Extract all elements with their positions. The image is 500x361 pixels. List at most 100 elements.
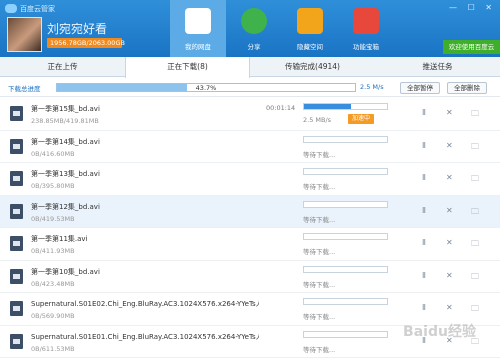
welcome-button[interactable]: 欢迎使用百度云 <box>443 40 500 54</box>
file-name: Supernatural.S01E01.Chi_Eng.BluRay.AC3.1… <box>31 332 259 341</box>
title-bar: 百度云管家 — ☐ ✕ 刘宛宛好看 1956.78GB/2063.00GB 我的… <box>0 0 500 57</box>
tab-completed[interactable]: 传输完成(4914) <box>250 57 375 77</box>
file-name: 第一季第15集_bd.avi <box>31 105 100 113</box>
video-file-icon <box>10 203 23 219</box>
video-file-icon <box>10 268 23 284</box>
row-status: 2.5 MB/s <box>303 116 332 124</box>
download-row[interactable]: 第一季第15集_bd.avi 238.85MB/419.81MB 00:01:14 2… <box>0 98 500 131</box>
video-file-icon <box>10 171 23 186</box>
row-progress-bar <box>303 330 388 338</box>
row-status: 等待下载... <box>303 248 336 256</box>
delete-icon[interactable]: ✕ <box>446 173 453 182</box>
time-remaining: 00:01:14 <box>266 104 296 112</box>
pause-icon[interactable]: Ⅱ <box>422 336 426 345</box>
tab-downloading[interactable]: 正在下载(8) <box>125 57 250 78</box>
row-status: 等待下载... <box>303 280 336 289</box>
pause-icon[interactable]: Ⅱ <box>422 173 426 182</box>
file-size: 238.85MB/419.81MB <box>31 117 99 125</box>
folder-icon[interactable]: 🗀 <box>471 206 479 220</box>
file-name: 第一季第10集_bd.avi <box>31 267 100 276</box>
folder-icon[interactable]: 🗀 <box>471 303 479 317</box>
row-status: 等待下载... <box>303 345 336 354</box>
baidu-cloud-logo-icon <box>5 4 17 13</box>
total-progress-label: 下载总进度 <box>8 85 41 93</box>
pause-icon[interactable]: Ⅱ <box>422 206 426 215</box>
folder-icon[interactable]: 🗀 <box>471 173 479 187</box>
download-row[interactable]: Supernatural.S01E02.Chi_Eng.BluRay.AC3.1… <box>0 293 500 326</box>
delete-icon[interactable]: ✕ <box>446 336 453 345</box>
nav-toolbox[interactable]: 功能宝箱 <box>338 0 394 57</box>
file-name: 第一季第13集_bd.avi <box>31 170 100 178</box>
delete-icon[interactable]: ✕ <box>446 206 453 215</box>
pause-all-button[interactable]: 全部暂停 <box>400 82 440 94</box>
row-progress-bar <box>303 168 388 175</box>
nav-my-disk[interactable]: 我的网盘 <box>170 0 226 57</box>
file-size: 0B/416.60MB <box>31 149 75 158</box>
row-progress-bar <box>303 265 388 273</box>
folder-icon[interactable]: 🗀 <box>471 238 479 252</box>
delete-icon[interactable]: ✕ <box>446 271 453 280</box>
file-size: 0B/611.53MB <box>31 344 75 353</box>
pause-icon[interactable]: Ⅱ <box>422 141 426 150</box>
file-size: 0B/419.53MB <box>31 214 75 223</box>
delete-icon[interactable]: ✕ <box>446 238 453 247</box>
folder-icon[interactable]: 🗀 <box>471 336 479 350</box>
download-row[interactable]: 第一季第12集_bd.avi 0B/419.53MB 等待下载... Ⅱ ✕ 🗀 <box>0 195 500 228</box>
download-row[interactable]: 第一季第10集_bd.avi 0B/423.48MB 等待下载... Ⅱ ✕ 🗀 <box>0 260 500 293</box>
cloud-icon <box>185 8 211 34</box>
pause-icon[interactable]: Ⅱ <box>422 271 426 280</box>
nav-share[interactable]: 分享 <box>226 0 282 57</box>
download-row[interactable]: 第一季第13集_bd.avi 0B/395.80MB 等待下载... Ⅱ ✕ 🗀 <box>0 163 500 196</box>
nav-label: 我的网盘 <box>185 43 211 51</box>
video-file-icon <box>10 333 23 349</box>
pause-icon[interactable]: Ⅱ <box>422 108 426 117</box>
download-row[interactable]: 第一季第11集.avi 0B/411.93MB 等待下载... Ⅱ ✕ 🗀 <box>0 228 500 261</box>
pause-icon[interactable]: Ⅱ <box>422 238 426 247</box>
delete-icon[interactable]: ✕ <box>446 303 453 312</box>
folder-icon[interactable]: 🗀 <box>471 271 479 285</box>
video-file-icon <box>10 236 23 251</box>
total-progress-percent: 43.7% <box>195 84 217 92</box>
toolbox-icon <box>353 8 379 34</box>
folder-icon[interactable]: 🗀 <box>471 141 479 155</box>
video-file-icon <box>10 106 23 121</box>
download-row[interactable]: 第一季第14集_bd.avi 0B/416.60MB 等待下载... Ⅱ ✕ 🗀 <box>0 130 500 163</box>
video-file-icon <box>10 301 23 316</box>
tab-push-tasks[interactable]: 推送任务 <box>375 57 500 77</box>
file-name: Supernatural.S01E02.Chi_Eng.BluRay.AC3.1… <box>31 300 259 308</box>
transfer-tabs: 正在上传 正在下载(8) 传输完成(4914) 推送任务 <box>0 57 500 78</box>
quota-bar: 1956.78GB/2063.00GB <box>47 38 125 48</box>
window-controls[interactable]: — ☐ ✕ <box>449 3 496 12</box>
row-status: 等待下载... <box>303 183 336 191</box>
nav-label: 分享 <box>247 43 261 51</box>
total-speed: 2.5 M/s <box>360 83 384 91</box>
username[interactable]: 刘宛宛好看 <box>47 20 107 37</box>
row-status: 等待下载... <box>303 215 336 224</box>
file-size: 0B/423.48MB <box>31 279 75 288</box>
download-list: 第一季第15集_bd.avi 238.85MB/419.81MB 00:01:14 2… <box>0 98 500 361</box>
app-title: 百度云管家 <box>20 5 55 13</box>
delete-icon[interactable]: ✕ <box>446 108 453 117</box>
pause-icon[interactable]: Ⅱ <box>422 303 426 312</box>
file-name: 第一季第12集_bd.avi <box>31 202 100 211</box>
avatar[interactable] <box>7 17 42 52</box>
tab-uploading[interactable]: 正在上传 <box>0 57 125 77</box>
row-progress-bar <box>303 103 388 110</box>
delete-icon[interactable]: ✕ <box>446 141 453 150</box>
folder-icon[interactable]: 🗀 <box>471 108 479 122</box>
row-progress-bar <box>303 135 388 143</box>
row-status: 等待下载... <box>303 150 336 159</box>
row-progress-fill <box>304 104 352 109</box>
share-icon <box>241 8 267 34</box>
download-row[interactable]: Supernatural.S01E01.Chi_Eng.BluRay.AC3.1… <box>0 325 500 358</box>
row-status: 等待下载... <box>303 313 336 321</box>
nav-hidden-space[interactable]: 隐藏空间 <box>282 0 338 57</box>
row-progress-bar <box>303 233 388 240</box>
video-file-icon <box>10 138 23 154</box>
delete-all-button[interactable]: 全部删除 <box>447 82 487 94</box>
total-progress: 下载总进度 43.7% 2.5 M/s 全部暂停 全部删除 <box>0 78 500 97</box>
file-size: 0B/569.90MB <box>31 312 75 320</box>
row-progress-bar <box>303 298 388 305</box>
accelerating-badge[interactable]: 加速中 <box>348 114 375 124</box>
file-name: 第一季第14集_bd.avi <box>31 137 100 146</box>
